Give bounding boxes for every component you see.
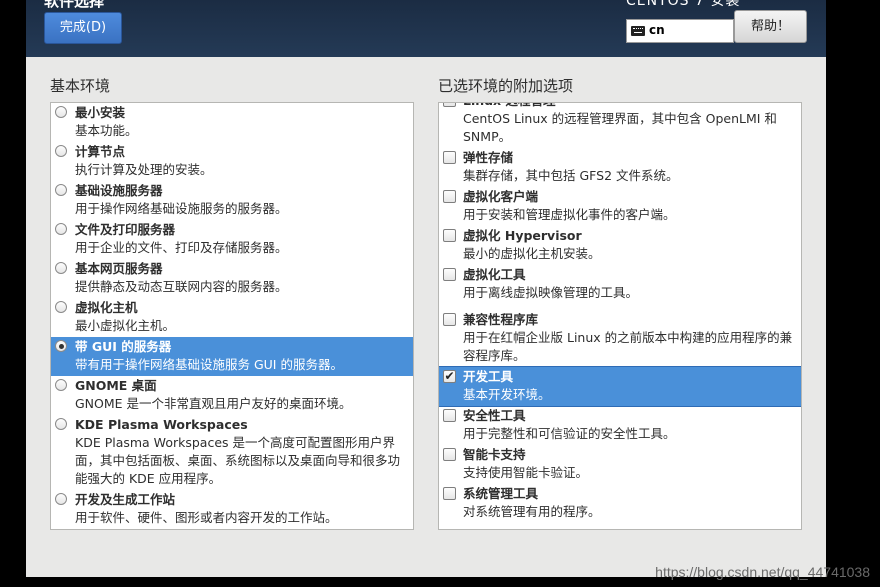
radio-button[interactable] <box>55 301 67 313</box>
addon-checkbox[interactable] <box>443 313 456 326</box>
base-env-item[interactable]: 带 GUI 的服务器带有用于操作网络基础设施服务 GUI 的服务器。 <box>51 337 413 376</box>
addon-checkbox[interactable] <box>443 448 456 461</box>
base-env-name: 最小安装 <box>75 105 126 120</box>
addon-name: 虚拟化客户端 <box>463 189 539 204</box>
base-env-item[interactable]: GNOME 桌面 GNOME 是一个非常直观且用户友好的桌面环境。 <box>51 376 413 415</box>
addon-name: 虚拟化 Hypervisor <box>463 228 582 243</box>
base-env-item[interactable]: 虚拟化主机最小虚拟化主机。 <box>51 298 413 337</box>
base-env-desc: 用于企业的文件、打印及存储服务器。 <box>75 240 288 255</box>
radio-button[interactable] <box>55 418 67 430</box>
keyboard-layout-label: cn <box>649 23 665 37</box>
base-env-item[interactable]: 基础设施服务器用于操作网络基础设施服务的服务器。 <box>51 181 413 220</box>
keyboard-icon <box>631 26 645 36</box>
done-button[interactable]: 完成(D) <box>44 12 122 44</box>
radio-button[interactable] <box>55 262 67 274</box>
base-env-name: 基础设施服务器 <box>75 183 163 198</box>
addon-desc: CentOS Linux 的远程管理界面，其中包含 OpenLMI 和 SNMP… <box>463 111 777 144</box>
base-env-desc: 提供静态及动态互联网内容的服务器。 <box>75 279 288 294</box>
base-env-name: 带 GUI 的服务器 <box>75 339 172 354</box>
base-env-item[interactable]: 计算节点执行计算及处理的安装。 <box>51 142 413 181</box>
addon-item[interactable]: 弹性存储集群存储，其中包括 GFS2 文件系统。 <box>439 148 801 187</box>
addon-desc: 用于离线虚拟映像管理的工具。 <box>463 285 639 300</box>
addon-item[interactable]: 智能卡支持支持使用智能卡验证。 <box>439 445 801 484</box>
addon-checkbox[interactable] <box>443 190 456 203</box>
addon-item[interactable]: 安全性工具用于完整性和可信验证的安全性工具。 <box>439 406 801 445</box>
base-env-desc: 带有用于操作网络基础设施服务 GUI 的服务器。 <box>75 357 343 372</box>
base-env-desc: 用于软件、硬件、图形或者内容开发的工作站。 <box>75 510 338 525</box>
addon-desc: 最小的虚拟化主机安装。 <box>463 246 601 261</box>
addon-checkbox[interactable] <box>443 103 456 107</box>
base-env-desc: KDE Plasma Workspaces 是一个高度可配置图形用户界面，其中包… <box>75 435 401 486</box>
base-environment-title: 基本环境 <box>50 77 111 95</box>
addon-item[interactable]: 系统管理工具对系统管理有用的程序。 <box>439 484 801 523</box>
addon-desc: 对系统管理有用的程序。 <box>463 504 601 519</box>
addon-desc: 基本开发环境。 <box>463 387 551 402</box>
base-env-desc: 用于操作网络基础设施服务的服务器。 <box>75 201 288 216</box>
radio-button[interactable] <box>55 184 67 196</box>
addon-name: 虚拟化工具 <box>463 267 526 282</box>
radio-button[interactable] <box>55 223 67 235</box>
base-env-name: 虚拟化主机 <box>75 300 138 315</box>
radio-button[interactable] <box>55 379 67 391</box>
keyboard-layout-indicator[interactable]: cn <box>626 19 734 43</box>
base-env-desc: 最小虚拟化主机。 <box>75 318 176 333</box>
addon-name: 系统管理工具 <box>463 486 539 501</box>
addon-item[interactable]: 兼容性程序库用于在红帽企业版 Linux 的之前版本中构建的应用程序的兼容程序库… <box>439 310 801 367</box>
radio-button[interactable] <box>55 493 67 505</box>
addon-partial-item[interactable]: Linux 远程管理 CentOS Linux 的远程管理界面，其中包含 Ope… <box>439 103 801 148</box>
base-env-name: 基本网页服务器 <box>75 261 163 276</box>
software-selection-content: 基本环境 最小安装基本功能。计算节点执行计算及处理的安装。 基础设施服务器用于操作… <box>26 57 826 577</box>
addon-item[interactable]: ✔ 开发工具基本开发环境。 <box>439 366 801 407</box>
base-environment-list[interactable]: 最小安装基本功能。计算节点执行计算及处理的安装。 基础设施服务器用于操作网络基础设… <box>50 102 414 530</box>
base-env-desc: 执行计算及处理的安装。 <box>75 162 213 177</box>
addon-checkbox[interactable] <box>443 268 456 281</box>
radio-button[interactable] <box>55 145 67 157</box>
base-env-item[interactable]: KDE Plasma Workspaces KDE Plasma Workspac… <box>51 415 413 490</box>
addon-item[interactable]: 虚拟化 Hypervisor 最小的虚拟化主机安装。 <box>439 226 801 265</box>
base-env-name: KDE Plasma Workspaces <box>75 417 248 432</box>
base-env-item[interactable]: 基本网页服务器提供静态及动态互联网内容的服务器。 <box>51 259 413 298</box>
base-env-name: 文件及打印服务器 <box>75 222 176 237</box>
radio-button[interactable] <box>55 106 67 118</box>
base-env-name: 计算节点 <box>75 144 126 159</box>
base-env-desc: 基本功能。 <box>75 123 138 138</box>
base-env-name: GNOME 桌面 <box>75 378 157 393</box>
addon-checkbox[interactable] <box>443 409 456 422</box>
addons-title: 已选环境的附加选项 <box>438 77 574 95</box>
base-env-desc: GNOME 是一个非常直观且用户友好的桌面环境。 <box>75 396 352 411</box>
addon-name: 弹性存储 <box>463 150 514 165</box>
page-title: 软件选择 <box>44 0 105 10</box>
addon-name: Linux 远程管理 <box>463 103 795 110</box>
addon-desc: 集群存储，其中包括 GFS2 文件系统。 <box>463 168 679 183</box>
addon-desc: 用于安装和管理虚拟化事件的客户端。 <box>463 207 676 222</box>
radio-button[interactable] <box>55 340 67 352</box>
addon-name: 智能卡支持 <box>463 447 526 462</box>
base-env-item[interactable]: 文件及打印服务器用于企业的文件、打印及存储服务器。 <box>51 220 413 259</box>
addon-checkbox[interactable] <box>443 229 456 242</box>
base-env-item[interactable]: 最小安装 基本功能。 <box>51 103 413 142</box>
help-button[interactable]: 帮助！ <box>734 10 807 43</box>
checked-checkbox-icon[interactable]: ✔ <box>443 370 456 383</box>
addon-name: 开发工具 <box>463 369 514 384</box>
base-env-item[interactable]: 开发及生成工作站用于软件、硬件、图形或者内容开发的工作站。 <box>51 490 413 529</box>
addon-checkbox[interactable] <box>443 151 456 164</box>
product-title: CENTOS 7 安装 <box>626 0 741 9</box>
addon-name: 安全性工具 <box>463 408 526 423</box>
addon-name: 兼容性程序库 <box>463 312 539 327</box>
addons-list[interactable]: Linux 远程管理 CentOS Linux 的远程管理界面，其中包含 Ope… <box>438 102 802 530</box>
addon-desc: 支持使用智能卡验证。 <box>463 465 589 480</box>
addon-desc: 用于完整性和可信验证的安全性工具。 <box>463 426 676 441</box>
header-bar: 软件选择 完成(D) CENTOS 7 安装 cn 帮助！ <box>26 0 826 57</box>
addon-item[interactable]: 虚拟化工具用于离线虚拟映像管理的工具。 <box>439 265 801 304</box>
addon-desc: 用于在红帽企业版 Linux 的之前版本中构建的应用程序的兼容程序库。 <box>463 330 793 363</box>
watermark: https://blog.csdn.net/qq_44741038 <box>655 564 870 580</box>
addon-checkbox[interactable] <box>443 487 456 500</box>
base-env-name: 开发及生成工作站 <box>75 492 176 507</box>
addon-item[interactable]: 虚拟化客户端用于安装和管理虚拟化事件的客户端。 <box>439 187 801 226</box>
